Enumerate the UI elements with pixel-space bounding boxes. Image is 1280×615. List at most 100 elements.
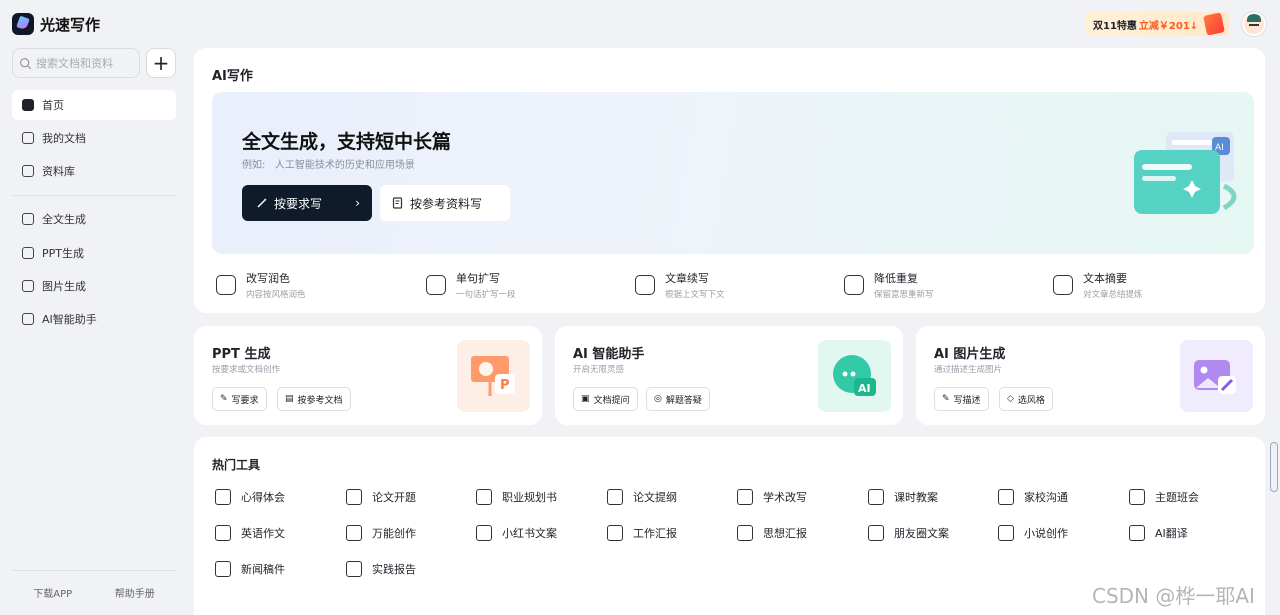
hot-tool-label: 职业规划书 — [502, 491, 557, 504]
hot-tool-label: 新闻稿件 — [241, 563, 285, 576]
app-logo[interactable]: 光速写作 — [12, 12, 100, 36]
pen-icon — [257, 198, 267, 208]
tag-icon: ◇ — [1007, 394, 1014, 404]
search-box[interactable] — [12, 48, 140, 78]
card-title: AI 图片生成 — [934, 347, 1006, 362]
app-name: 光速写作 — [40, 15, 101, 34]
hot-tool-item[interactable]: 小说创作 — [998, 525, 1068, 541]
button-label: 写描述 — [953, 395, 981, 406]
promo-banner[interactable]: 双11特惠 立减￥201↓ — [1085, 12, 1229, 36]
hot-tool-label: 家校沟通 — [1024, 491, 1068, 504]
user-avatar[interactable] — [1242, 12, 1266, 36]
pen-icon: ✎ — [942, 394, 950, 404]
sidebar-item-home[interactable]: 首页 — [12, 90, 176, 120]
hot-tool-label: 英语作文 — [241, 527, 285, 540]
card-subtitle: 开启无限灵感 — [573, 365, 625, 375]
search-input[interactable] — [36, 56, 136, 70]
hot-tool-item[interactable]: 课时教案 — [868, 489, 938, 505]
tool-desc: 内容按风格润色 — [246, 290, 306, 300]
reference-doc-icon — [392, 197, 403, 209]
tool-desc: 根据上文写下文 — [665, 290, 725, 300]
hot-tool-item[interactable]: 学术改写 — [737, 489, 807, 505]
sidebar-item-my-documents[interactable]: 我的文档 — [12, 123, 176, 153]
hot-tool-label: 思想汇报 — [763, 527, 807, 540]
card-title: PPT 生成 — [212, 347, 271, 362]
tool-icon — [737, 525, 753, 541]
sidebar-divider — [12, 195, 176, 196]
sidebar-item-label: 首页 — [42, 99, 64, 112]
tool-icon — [346, 489, 362, 505]
write-by-reference-button[interactable]: 按参考资料写 — [380, 185, 510, 221]
hot-tool-item[interactable]: 实践报告 — [346, 561, 416, 577]
hot-tool-item[interactable]: 论文开题 — [346, 489, 416, 505]
tool-name: 文本摘要 — [1083, 272, 1127, 285]
tool-reduce-duplication[interactable]: 降低重复 保留意思重新写 — [844, 270, 934, 300]
ppt-generation-card[interactable]: PPT 生成 按要求或文档创作 ✎ 写要求 ▤ 按参考文档 P — [194, 326, 542, 425]
document-icon: ▤ — [285, 394, 294, 404]
hot-tool-item[interactable]: 心得体会 — [215, 489, 285, 505]
solve-question-button[interactable]: ◎ 解题答疑 — [646, 387, 710, 411]
hot-tool-item[interactable]: 主题班会 — [1129, 489, 1199, 505]
library-icon — [22, 165, 34, 177]
tool-icon — [998, 525, 1014, 541]
tool-expand[interactable]: 单句扩写 一句话扩写一段 — [426, 270, 516, 300]
write-requirement-button[interactable]: ✎ 写要求 — [212, 387, 267, 411]
hot-tool-item[interactable]: 英语作文 — [215, 525, 285, 541]
button-label: 按要求写 — [274, 196, 323, 211]
sidebar-item-assistant[interactable]: AI智能助手 — [12, 304, 176, 334]
tool-icon — [346, 525, 362, 541]
hot-tool-item[interactable]: 万能创作 — [346, 525, 416, 541]
new-document-button[interactable]: + — [146, 48, 176, 78]
sidebar-item-library[interactable]: 资料库 — [12, 156, 176, 186]
hot-tool-item[interactable]: 新闻稿件 — [215, 561, 285, 577]
hot-tool-label: 心得体会 — [241, 491, 285, 504]
tool-icon — [998, 489, 1014, 505]
tool-icon — [1129, 525, 1145, 541]
hot-tool-item[interactable]: 工作汇报 — [607, 525, 677, 541]
reference-doc-button[interactable]: ▤ 按参考文档 — [277, 387, 351, 411]
hero-title: 全文生成，支持短中长篇 — [242, 131, 452, 153]
summary-icon — [1053, 275, 1073, 295]
ai-assistant-card[interactable]: AI 智能助手 开启无限灵感 ▣ 文档提问 ◎ 解题答疑 AI — [555, 326, 903, 425]
sidebar-item-label: PPT生成 — [42, 247, 84, 260]
tool-name: 文章续写 — [665, 272, 709, 285]
sidebar-item-ppt[interactable]: PPT生成 — [12, 238, 176, 268]
tool-icon — [476, 525, 492, 541]
hot-tool-item[interactable]: 家校沟通 — [998, 489, 1068, 505]
ai-image-card[interactable]: AI 图片生成 通过描述生成图片 ✎ 写描述 ◇ 选风格 — [916, 326, 1265, 425]
scrollbar[interactable] — [1270, 442, 1278, 492]
hot-tool-item[interactable]: 朋友圈文案 — [868, 525, 949, 541]
hot-tool-label: AI翻译 — [1155, 527, 1188, 540]
tool-continue[interactable]: 文章续写根据上文写下文 — [635, 270, 725, 300]
image-illustration-icon — [1180, 340, 1253, 412]
download-app-link[interactable]: 下载APP — [33, 585, 72, 600]
tool-icon — [1129, 489, 1145, 505]
hot-tool-label: 学术改写 — [763, 491, 807, 504]
sidebar-item-image[interactable]: 图片生成 — [12, 271, 176, 301]
hot-tool-item[interactable]: 小红书文案 — [476, 525, 557, 541]
hot-tool-item[interactable]: 思想汇报 — [737, 525, 807, 541]
tool-desc: 保留意思重新写 — [874, 290, 934, 300]
logo-icon — [12, 13, 34, 35]
ai-writing-card: AI写作 全文生成，支持短中长篇 例如: 人工智能技术的历史和应用场景 按要求写… — [194, 48, 1265, 313]
choose-style-button[interactable]: ◇ 选风格 — [999, 387, 1053, 411]
promo-highlight: 立减￥201↓ — [1138, 20, 1199, 32]
tool-icon — [346, 561, 362, 577]
write-by-requirement-button[interactable]: 按要求写 › — [242, 185, 372, 221]
help-manual-link[interactable]: 帮助手册 — [115, 585, 155, 600]
hot-tool-label: 实践报告 — [372, 563, 416, 576]
card-title: AI 智能助手 — [573, 347, 645, 362]
write-description-button[interactable]: ✎ 写描述 — [934, 387, 989, 411]
hot-tool-item[interactable]: AI翻译 — [1129, 525, 1188, 541]
hot-tool-label: 万能创作 — [372, 527, 416, 540]
document-question-button[interactable]: ▣ 文档提问 — [573, 387, 638, 411]
tool-icon — [868, 489, 884, 505]
tool-rewrite[interactable]: 改写润色 内容按风格润色 — [216, 270, 306, 300]
hot-tool-item[interactable]: 论文提纲 — [607, 489, 677, 505]
card-subtitle: 通过描述生成图片 — [934, 365, 1003, 375]
tool-summary[interactable]: 文本摘要 对文章总结提炼 — [1053, 270, 1143, 300]
sidebar-item-full-text[interactable]: 全文生成 — [12, 204, 176, 234]
hot-tool-item[interactable]: 职业规划书 — [476, 489, 557, 505]
ai-document-illustration: AI — [1134, 132, 1237, 214]
example-label: 例如: — [242, 160, 266, 171]
